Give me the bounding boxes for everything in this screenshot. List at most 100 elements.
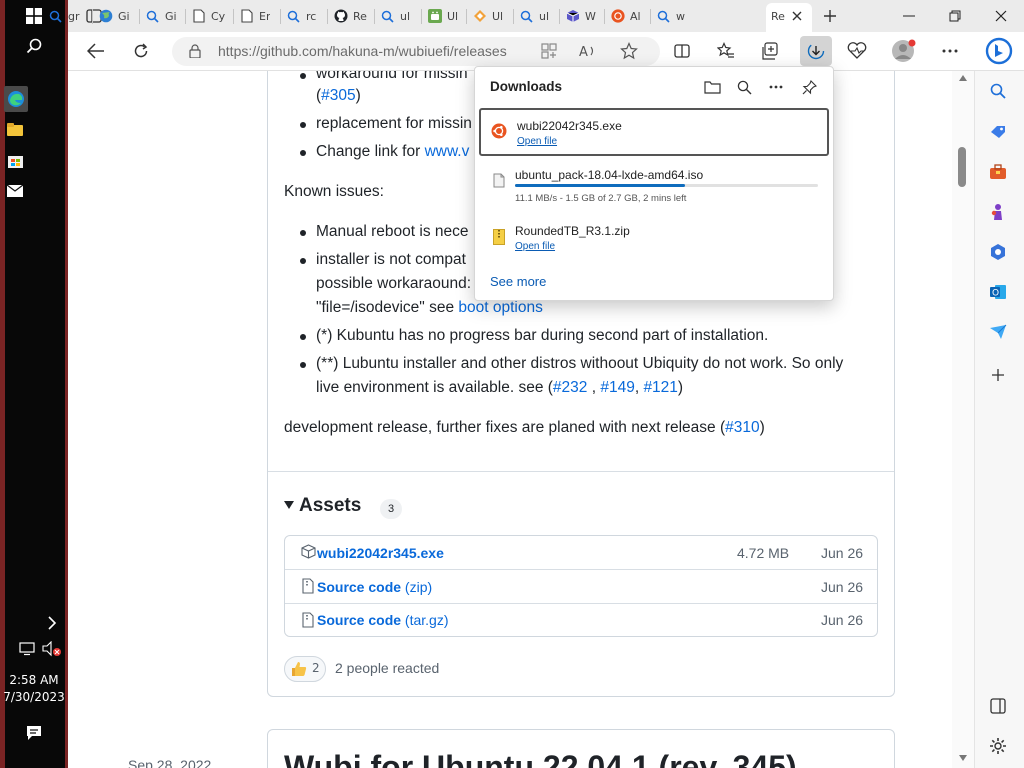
tab-title: ul	[400, 9, 411, 23]
release-title[interactable]: Wubi for Ubuntu 22.04.1 (rev. 345)	[284, 749, 797, 768]
scroll-down-arrow-icon[interactable]	[959, 755, 967, 761]
sidebar-layout-icon[interactable]	[984, 692, 1012, 720]
issue-link-121[interactable]: #121	[643, 379, 677, 396]
asset-row[interactable]: wubi22042r345.exe 4.72 MB Jun 26	[285, 536, 877, 570]
assets-count-badge: 3	[380, 499, 402, 519]
tab[interactable]: ul	[380, 4, 410, 28]
tab[interactable]: Re	[333, 4, 367, 28]
sidebar-m365-icon[interactable]	[984, 238, 1012, 266]
source-code-link[interactable]: Source code	[317, 612, 401, 628]
favorite-star-icon[interactable]	[615, 37, 643, 65]
search-icon[interactable]	[24, 36, 44, 56]
tab[interactable]: Gi	[98, 4, 130, 28]
tab[interactable]: ul	[519, 4, 549, 28]
tab-title: Gi	[118, 9, 130, 23]
tab[interactable]: Ul	[427, 4, 458, 28]
sidebar-shopping-icon[interactable]	[984, 118, 1012, 146]
more-options-icon[interactable]	[762, 73, 790, 101]
lock-icon[interactable]	[181, 37, 209, 65]
change-link[interactable]: www.v	[425, 143, 470, 160]
see-more-link[interactable]: See more	[490, 274, 546, 289]
scroll-thumb[interactable]	[958, 147, 966, 187]
bing-copilot-icon[interactable]	[983, 35, 1015, 67]
tab[interactable]: Er	[239, 4, 270, 28]
downloads-button[interactable]	[800, 36, 832, 66]
notifications-icon[interactable]	[24, 723, 44, 743]
sidebar-settings-icon[interactable]	[984, 732, 1012, 760]
new-tab-icon[interactable]	[816, 2, 844, 30]
tab[interactable]: w	[656, 4, 685, 28]
source-zip-label[interactable]: Source code (zip)	[317, 579, 432, 595]
performance-heart-icon[interactable]	[843, 37, 871, 65]
tab[interactable]: W	[565, 4, 596, 28]
close-window-icon[interactable]	[978, 0, 1024, 32]
scroll-up-arrow-icon[interactable]	[959, 75, 967, 81]
boot-options-link[interactable]: boot options	[458, 299, 542, 316]
clock-date[interactable]: 7/30/2023	[0, 690, 68, 705]
asset-file-link[interactable]: wubi22042r345.exe	[317, 545, 444, 561]
tab[interactable]: gr	[48, 4, 80, 28]
download-icon	[807, 42, 825, 60]
page-scrollbar[interactable]	[952, 71, 974, 768]
tab-title: Re	[353, 9, 367, 23]
issue-link-232[interactable]: #232	[553, 379, 587, 396]
search-downloads-icon[interactable]	[730, 73, 758, 101]
back-icon[interactable]	[82, 37, 110, 65]
open-file-link[interactable]: Open file	[515, 241, 555, 252]
collections-icon[interactable]	[756, 37, 784, 65]
profile-avatar[interactable]	[890, 37, 918, 65]
sidebar-drop-icon[interactable]	[984, 318, 1012, 346]
app-available-icon[interactable]	[535, 37, 563, 65]
network-icon[interactable]	[18, 640, 38, 658]
tab[interactable]: Al	[610, 4, 641, 28]
restore-icon[interactable]	[932, 0, 978, 32]
source-tar-label[interactable]: Source code (tar.gz)	[317, 612, 449, 628]
assets-heading[interactable]: Assets	[299, 495, 361, 517]
clock-time[interactable]: 2:58 AM	[0, 673, 68, 688]
sidebar-search-icon[interactable]	[984, 77, 1012, 105]
assets-toggle-icon[interactable]	[284, 501, 294, 509]
assets-table: wubi22042r345.exe 4.72 MB Jun 26 Source …	[284, 535, 878, 637]
pin-icon[interactable]	[795, 73, 823, 101]
url-text[interactable]: https://github.com/hakuna-m/wubiuefi/rel…	[218, 43, 507, 59]
tab[interactable]: rc	[286, 4, 316, 28]
tab[interactable]: Cy	[191, 4, 225, 28]
windows-start-icon[interactable]	[24, 6, 44, 26]
chevron-right-icon[interactable]	[44, 615, 60, 631]
split-screen-icon[interactable]	[668, 37, 696, 65]
issue-item: (*) Kubuntu has no progress bar during s…	[316, 327, 769, 344]
more-options-icon[interactable]	[936, 37, 964, 65]
edge-taskbar-icon[interactable]	[4, 86, 28, 112]
sidebar-games-icon[interactable]	[984, 198, 1012, 226]
download-item[interactable]: RoundedTB_R3.1.zip Open file	[479, 217, 829, 265]
sidebar-add-icon[interactable]	[984, 361, 1012, 389]
open-file-link[interactable]: Open file	[517, 136, 557, 147]
file-explorer-icon[interactable]	[6, 121, 24, 137]
sidebar-outlook-icon[interactable]: O	[984, 278, 1012, 306]
issue-link-305[interactable]: #305	[321, 87, 355, 104]
download-filename: ubuntu_pack-18.04-lxde-amd64.iso	[515, 168, 704, 182]
refresh-icon[interactable]	[127, 37, 155, 65]
issue-link-310[interactable]: #310	[725, 419, 759, 436]
volume-muted-icon[interactable]	[42, 640, 62, 658]
minimize-icon[interactable]	[886, 0, 932, 32]
source-ext[interactable]: (tar.gz)	[405, 612, 449, 628]
store-icon[interactable]	[6, 151, 24, 169]
source-ext[interactable]: (zip)	[405, 579, 432, 595]
sidebar-tools-icon[interactable]	[984, 158, 1012, 186]
mail-icon[interactable]	[6, 182, 24, 200]
asset-row[interactable]: Source code (tar.gz) Jun 26	[285, 604, 877, 638]
favorites-icon[interactable]	[712, 37, 740, 65]
issue-link-149[interactable]: #149	[600, 379, 634, 396]
close-tab-icon[interactable]	[783, 2, 811, 30]
download-item[interactable]: wubi22042r345.exe Open file	[479, 108, 829, 156]
fix-link-line: (#305)	[316, 87, 361, 104]
reaction-button[interactable]: 2	[284, 656, 326, 682]
source-code-link[interactable]: Source code	[317, 579, 401, 595]
asset-row[interactable]: Source code (zip) Jun 26	[285, 570, 877, 604]
download-item[interactable]: ubuntu_pack-18.04-lxde-amd64.iso 11.1 MB…	[479, 161, 829, 209]
tab[interactable]: Gi	[145, 4, 177, 28]
tab[interactable]: Ul	[472, 4, 503, 28]
read-aloud-icon[interactable]: A	[574, 37, 602, 65]
open-folder-icon[interactable]	[698, 73, 726, 101]
